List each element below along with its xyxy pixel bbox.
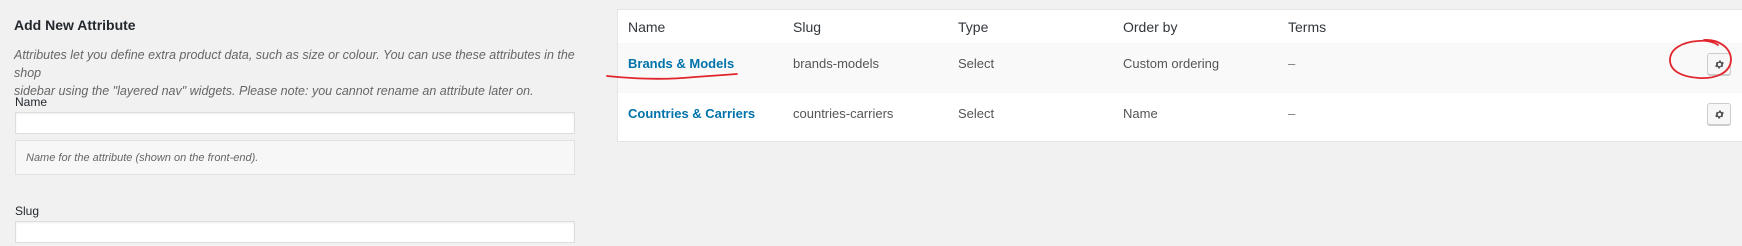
gear-icon	[1714, 110, 1724, 118]
form-description-line-2: sidebar using the "layered nav" widgets.…	[14, 84, 534, 98]
column-header-terms: Terms	[1288, 19, 1327, 35]
table-header: Name Slug Type Order by Terms	[618, 10, 1742, 44]
table-row: Brands & Models brands-models Select Cus…	[618, 43, 1742, 93]
name-label: Name	[15, 95, 48, 109]
column-header-name: Name	[628, 19, 666, 35]
attribute-terms: –	[1288, 56, 1296, 71]
column-header-slug: Slug	[793, 19, 822, 35]
gear-icon	[1714, 60, 1724, 68]
form-description: Attributes let you define extra product …	[14, 46, 576, 100]
name-input[interactable]	[15, 112, 575, 134]
form-description-line-1: Attributes let you define extra product …	[14, 48, 575, 80]
slug-label: Slug	[15, 204, 40, 218]
configure-terms-button[interactable]	[1707, 103, 1731, 125]
attributes-table: Name Slug Type Order by Terms Brands & M…	[617, 9, 1742, 142]
attribute-slug: countries-carriers	[793, 106, 894, 121]
column-header-order-by: Order by	[1123, 19, 1178, 35]
attribute-order-by: Custom ordering	[1123, 56, 1220, 71]
attribute-order-by: Name	[1123, 106, 1158, 121]
slug-input[interactable]	[15, 221, 575, 243]
column-header-type: Type	[958, 19, 989, 35]
attribute-terms: –	[1288, 106, 1296, 121]
configure-terms-button[interactable]	[1707, 53, 1731, 75]
name-hint: Name for the attribute (shown on the fro…	[15, 140, 575, 175]
form-title: Add New Attribute	[14, 17, 136, 33]
attribute-type: Select	[958, 106, 995, 121]
table-row: Countries & Carriers countries-carriers …	[618, 93, 1742, 143]
attribute-slug: brands-models	[793, 56, 879, 71]
attribute-name-link[interactable]: Brands & Models	[628, 56, 734, 71]
attribute-name-link[interactable]: Countries & Carriers	[628, 106, 755, 121]
attribute-type: Select	[958, 56, 995, 71]
